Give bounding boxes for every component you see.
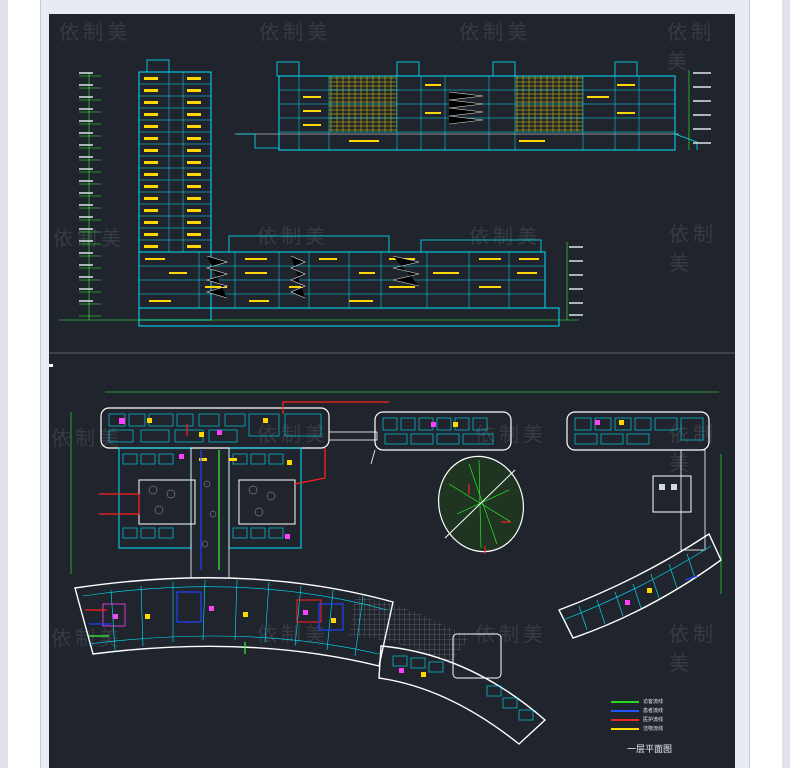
section-drawing-right [235, 61, 711, 151]
section-drawing-left [59, 59, 583, 327]
plan-title: 一层平面图 [627, 745, 673, 755]
legend-label-staff: 医护流线 [643, 717, 664, 723]
left-margin [0, 0, 8, 768]
floor-plan [70, 391, 722, 745]
legend [611, 701, 639, 730]
legend-label-visitor: 访客流线 [643, 699, 664, 705]
cad-drawing [49, 59, 735, 745]
legend-label-clean: 洁物流线 [643, 726, 664, 732]
cad-drawing-canvas: 依制美 依制美 依制美 依制美 依制美 依制美 依制美 依制美 依制美 依制美 … [49, 14, 735, 768]
right-margin [782, 0, 790, 768]
legend-label-patient: 患者流线 [643, 708, 664, 714]
